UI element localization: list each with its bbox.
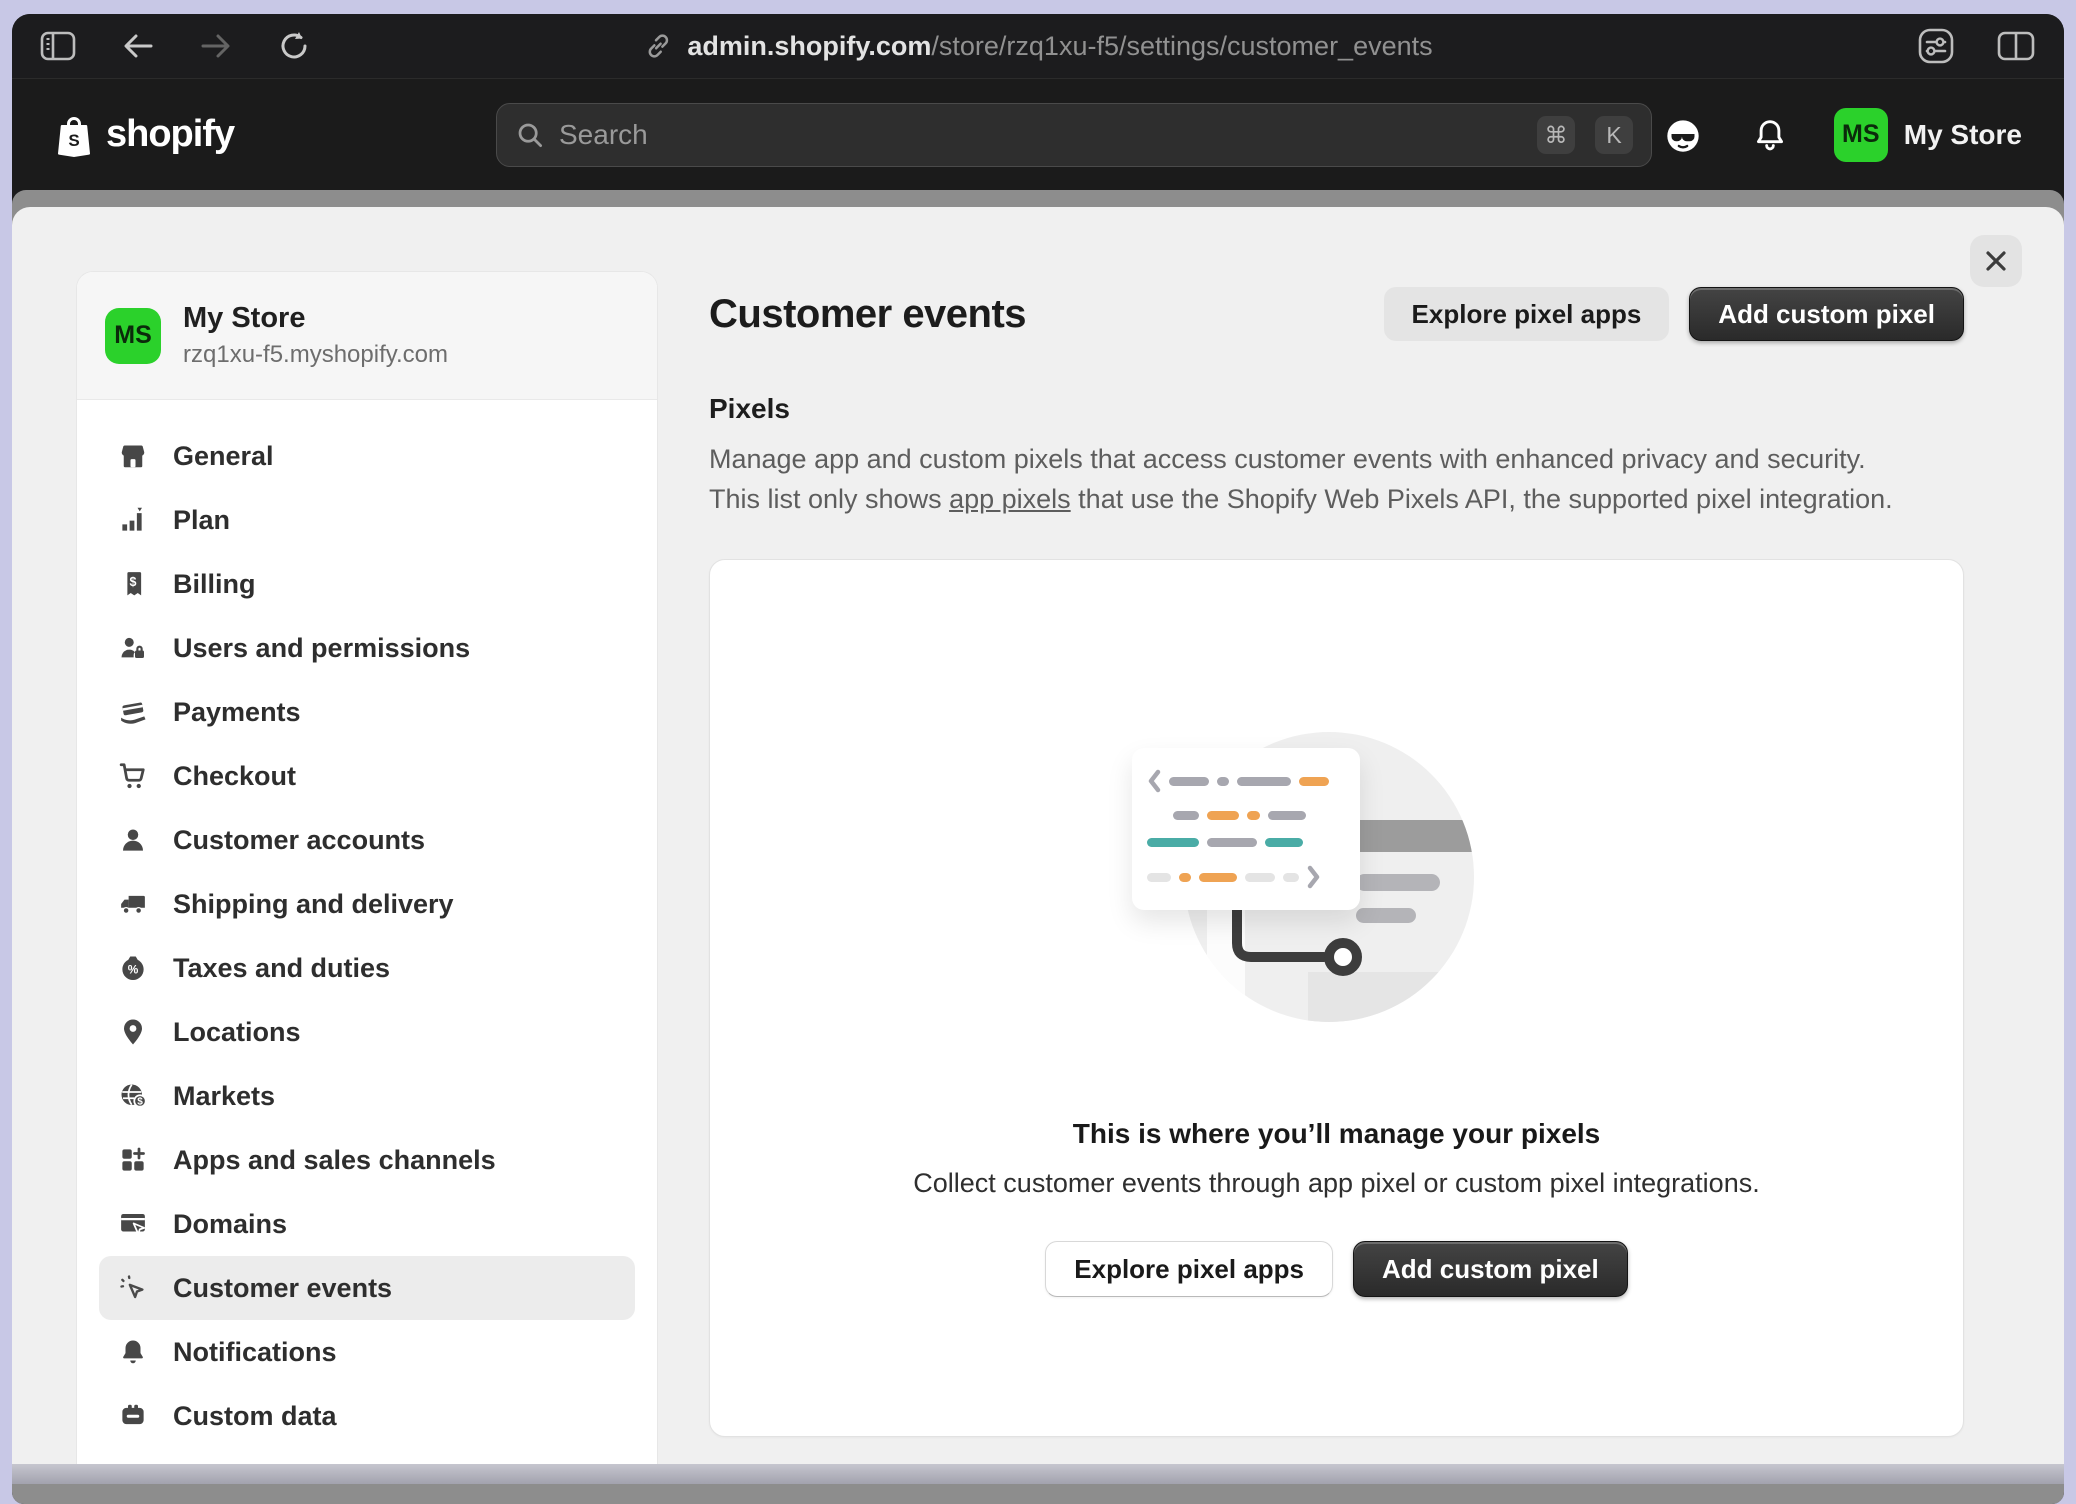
sidebar-item-plan[interactable]: Plan xyxy=(99,488,635,552)
link-icon xyxy=(643,31,673,61)
store-icon xyxy=(117,440,149,472)
add-custom-pixel-button[interactable]: Add custom pixel xyxy=(1689,287,1964,341)
svg-text:%: % xyxy=(128,963,139,977)
store-avatar: MS xyxy=(1834,108,1888,162)
settings-main: Customer events Explore pixel apps Add c… xyxy=(709,207,1964,1437)
svg-text:S: S xyxy=(68,131,79,150)
settings-modal: MS My Store rzq1xu-f5.myshopify.com Gene… xyxy=(12,207,2064,1484)
sidebar-item-general[interactable]: General xyxy=(99,424,635,488)
sidebar-item-apps-and-sales-channels[interactable]: Apps and sales channels xyxy=(99,1128,635,1192)
explore-pixel-apps-button[interactable]: Explore pixel apps xyxy=(1045,1241,1333,1297)
empty-state-heading: This is where you’ll manage your pixels xyxy=(1073,1118,1601,1150)
sidebar-item-checkout[interactable]: Checkout xyxy=(99,744,635,808)
split-view-icon[interactable] xyxy=(1996,30,2036,62)
person-icon xyxy=(117,824,149,856)
global-search[interactable]: ⌘ K xyxy=(496,103,1652,167)
customer-events-icon xyxy=(117,1272,149,1304)
globe-icon: $ xyxy=(117,1080,149,1112)
notifications-bell-icon[interactable] xyxy=(1750,115,1790,155)
sidekick-icon[interactable] xyxy=(1660,112,1706,158)
pixels-illustration xyxy=(1162,732,1512,1032)
add-custom-pixel-button[interactable]: Add custom pixel xyxy=(1353,1241,1628,1297)
sidebar-item-taxes-and-duties[interactable]: % Taxes and duties xyxy=(99,936,635,1000)
shopify-logo[interactable]: S shopify xyxy=(54,113,234,157)
sidebar-item-customer-accounts[interactable]: Customer accounts xyxy=(99,808,635,872)
store-avatar: MS xyxy=(105,308,161,364)
explore-pixel-apps-button[interactable]: Explore pixel apps xyxy=(1384,287,1670,341)
checkout-cart-icon xyxy=(117,760,149,792)
plan-icon xyxy=(117,504,149,536)
sidebar-item-users-and-permissions[interactable]: Users and permissions xyxy=(99,616,635,680)
sidebar-item-markets[interactable]: $ Markets xyxy=(99,1064,635,1128)
custom-data-icon xyxy=(117,1400,149,1432)
settings-sidebar: MS My Store rzq1xu-f5.myshopify.com Gene… xyxy=(77,272,657,1484)
svg-text:$: $ xyxy=(130,575,137,589)
app-pixels-link[interactable]: app pixels xyxy=(949,484,1071,514)
truck-icon xyxy=(117,888,149,920)
sidebar-toggle-icon[interactable] xyxy=(40,31,76,61)
shortcut-cmd-key: ⌘ xyxy=(1537,116,1575,154)
sidebar-item-domains[interactable]: Domains xyxy=(99,1192,635,1256)
pixels-description: Manage app and custom pixels that access… xyxy=(709,439,1964,519)
domains-icon xyxy=(117,1208,149,1240)
url-host: admin.shopify.com xyxy=(687,31,931,61)
search-icon xyxy=(515,120,545,150)
empty-state-subtext: Collect customer events through app pixe… xyxy=(913,1168,1759,1199)
shopify-bag-icon: S xyxy=(54,113,94,157)
browser-toolbar: admin.shopify.com/store/rzq1xu-f5/settin… xyxy=(12,14,2064,78)
chevron-left-icon xyxy=(1147,769,1161,793)
reload-icon[interactable] xyxy=(278,30,310,62)
sidebar-item-customer-events[interactable]: Customer events xyxy=(99,1256,635,1320)
sidebar-item-custom-data[interactable]: Custom data xyxy=(99,1384,635,1448)
admin-header: S shopify ⌘ K MS My Store xyxy=(12,78,2064,190)
chevron-right-icon xyxy=(1307,865,1321,889)
sidebar-item-payments[interactable]: Payments xyxy=(99,680,635,744)
payments-icon xyxy=(117,696,149,728)
users-icon xyxy=(117,632,149,664)
url-path: /store/rzq1xu-f5/settings/customer_event… xyxy=(931,31,1432,61)
code-card xyxy=(1132,748,1360,910)
close-icon xyxy=(1983,248,2009,274)
close-button[interactable] xyxy=(1970,235,2022,287)
address-bar[interactable]: admin.shopify.com/store/rzq1xu-f5/settin… xyxy=(643,14,1432,78)
bell-icon xyxy=(117,1336,149,1368)
billing-icon: $ xyxy=(117,568,149,600)
store-header: MS My Store rzq1xu-f5.myshopify.com xyxy=(77,272,657,400)
search-input[interactable] xyxy=(559,119,1517,151)
sidebar-item-billing[interactable]: $ Billing xyxy=(99,552,635,616)
account-menu[interactable]: MS My Store xyxy=(1834,108,2022,162)
window-bottom-edge xyxy=(12,1464,2064,1484)
apps-grid-icon xyxy=(117,1144,149,1176)
account-name: My Store xyxy=(1904,119,2022,151)
forward-icon[interactable] xyxy=(200,32,232,60)
shortcut-k-key: K xyxy=(1595,116,1633,154)
browser-window: admin.shopify.com/store/rzq1xu-f5/settin… xyxy=(12,14,2064,1504)
back-icon[interactable] xyxy=(122,32,154,60)
settings-nav: General Plan $ Billing Users and permiss… xyxy=(77,400,657,1484)
pixels-section-heading: Pixels xyxy=(709,393,1964,425)
settings-page-backdrop: MS My Store rzq1xu-f5.myshopify.com Gene… xyxy=(12,190,2064,1504)
shopify-wordmark: shopify xyxy=(106,113,234,156)
svg-text:$: $ xyxy=(137,1097,143,1108)
sidebar-item-locations[interactable]: Locations xyxy=(99,1000,635,1064)
pixels-empty-card: This is where you’ll manage your pixels … xyxy=(709,559,1964,1437)
page-title: Customer events xyxy=(709,292,1026,337)
page-settings-icon[interactable] xyxy=(1916,26,1956,66)
store-domain: rzq1xu-f5.myshopify.com xyxy=(183,341,448,369)
money-bag-icon: % xyxy=(117,952,149,984)
sidebar-item-notifications[interactable]: Notifications xyxy=(99,1320,635,1384)
location-pin-icon xyxy=(117,1016,149,1048)
store-name: My Store xyxy=(183,302,448,335)
sidebar-item-shipping-and-delivery[interactable]: Shipping and delivery xyxy=(99,872,635,936)
